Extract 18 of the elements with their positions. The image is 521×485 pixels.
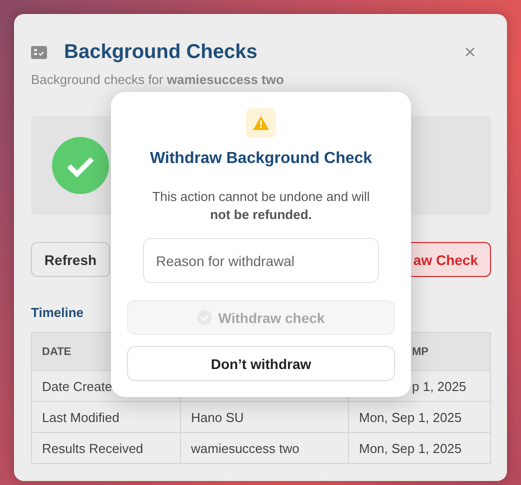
reason-field[interactable]: Reason for withdrawal bbox=[143, 238, 379, 283]
checklist-icon bbox=[31, 46, 47, 58]
table-cell: wamiesuccess two bbox=[180, 432, 348, 464]
close-icon bbox=[465, 47, 475, 57]
table-cell: Last Modified bbox=[32, 402, 180, 432]
panel-title: Background Checks bbox=[64, 40, 258, 64]
table-cell: Results Received bbox=[32, 432, 180, 464]
section-title: Timeline bbox=[31, 305, 84, 320]
table-cell: Hano SU bbox=[180, 402, 348, 432]
close-button[interactable] bbox=[465, 47, 475, 57]
refresh-button[interactable]: Refresh bbox=[31, 242, 110, 277]
dialog-title: Withdraw Background Check bbox=[150, 150, 372, 168]
panel-subtitle: Background checks for wamiesuccess two bbox=[31, 72, 285, 87]
dialog-message: This action cannot be undone and will not be refunded. bbox=[151, 188, 371, 224]
table-cell: Mon, Sep 1, 2025 bbox=[348, 432, 490, 464]
cancel-button[interactable]: Don’t withdraw bbox=[127, 346, 395, 381]
warning-icon bbox=[253, 116, 269, 130]
table-cell: Mon, Sep 1, 2025 bbox=[348, 402, 490, 432]
